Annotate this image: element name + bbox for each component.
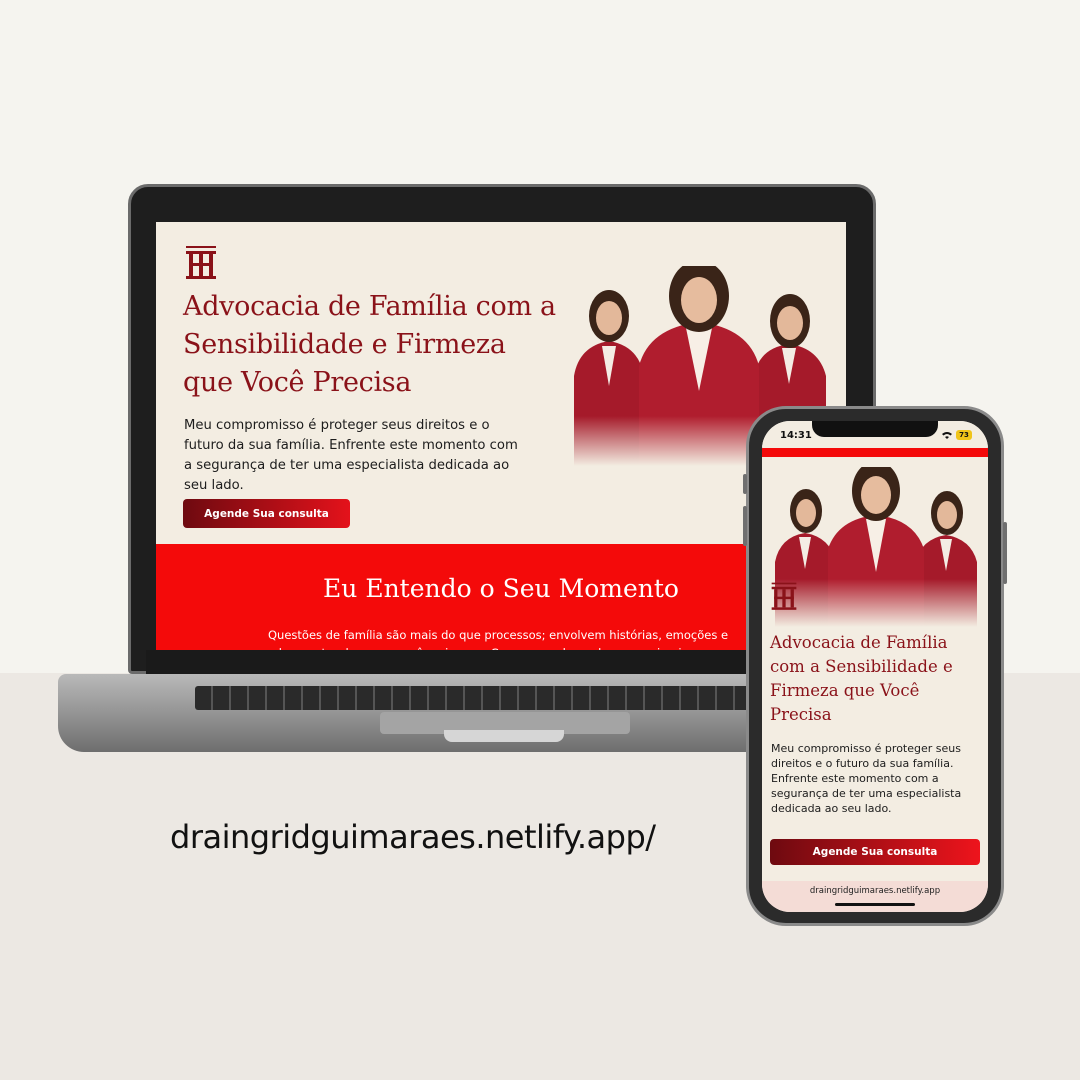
- status-bar: 14:31 73: [762, 421, 988, 447]
- schedule-consultation-button[interactable]: Agende Sua consulta: [183, 499, 350, 528]
- browser-url-bar[interactable]: draingridguimaraes.netlify.app: [762, 881, 988, 912]
- phone-screen: 14:31 73 Advocacia de Família com a Sens…: [762, 421, 988, 912]
- understanding-section: Eu Entendo o Seu Momento Questões de fam…: [156, 544, 846, 650]
- phone-side-button: [743, 474, 747, 494]
- phone-header-bar: [762, 448, 988, 457]
- laptop-opening-notch: [444, 730, 564, 742]
- hero-title: Advocacia de Família com a Sensibilidade…: [183, 291, 556, 398]
- phone-schedule-consultation-button[interactable]: Agende Sua consulta: [770, 839, 980, 865]
- monogram-logo-icon: [771, 582, 797, 610]
- phone-hero-title: Advocacia de Família com a Sensibilidade…: [770, 633, 953, 724]
- browser-url-text: draingridguimaraes.netlify.app: [809, 886, 941, 896]
- status-time: 14:31: [780, 430, 812, 441]
- hero-women-image: [770, 467, 982, 627]
- laptop-keyboard: [195, 686, 815, 710]
- phone-hero-subtitle: Meu compromisso é proteger seus direitos…: [771, 742, 962, 815]
- battery-indicator: 73: [956, 430, 972, 440]
- home-indicator: [835, 903, 915, 906]
- site-url-caption: draingridguimaraes.netlify.app/: [170, 818, 656, 856]
- dynamic-island: [812, 421, 938, 437]
- laptop-screen: Advocacia de Família com a Sensibilidade…: [156, 222, 846, 650]
- phone-volume-button: [743, 506, 747, 546]
- phone-power-button: [1003, 522, 1007, 584]
- monogram-logo-icon: [186, 246, 216, 279]
- section-title: Eu Entendo o Seu Momento: [323, 574, 679, 603]
- hero-subtitle: Meu compromisso é proteger seus direitos…: [184, 418, 518, 493]
- section-text: Questões de família são mais do que proc…: [268, 628, 730, 650]
- wifi-icon: [942, 432, 952, 439]
